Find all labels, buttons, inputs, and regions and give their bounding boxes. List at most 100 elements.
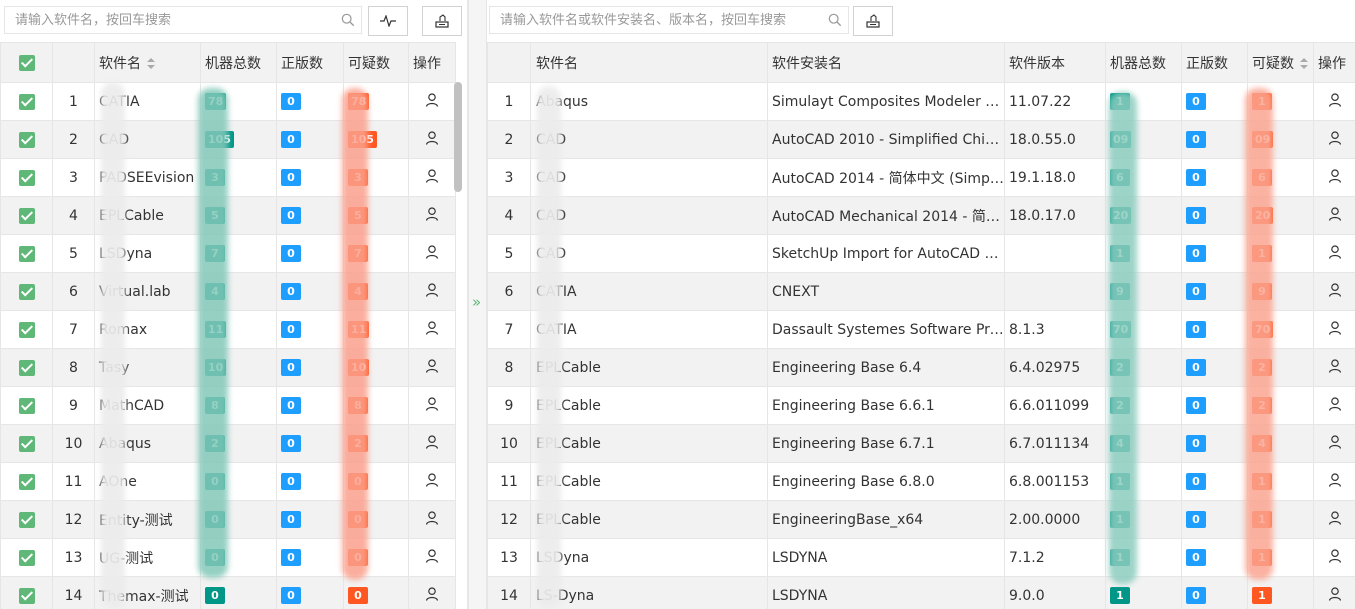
table-row[interactable]: 11 AOne 0 0 0 — [0, 462, 456, 501]
view-users-button[interactable] — [1313, 310, 1355, 349]
view-users-button[interactable] — [408, 82, 456, 121]
table-row[interactable]: 3CADAutoCAD 2014 - 简体中文 (Simplified Chin… — [487, 158, 1355, 197]
row-checkbox[interactable] — [0, 538, 53, 577]
search-icon[interactable] — [341, 13, 355, 27]
view-users-button[interactable] — [408, 158, 456, 197]
table-row[interactable]: 3 PADSEEvision 3 0 3 — [0, 158, 456, 197]
table-row[interactable]: 6 CATIA CNEXT 9 0 9 — [487, 272, 1355, 311]
view-users-button[interactable] — [408, 310, 456, 349]
table-row[interactable]: 6 Virtual.lab 4 0 4 — [0, 272, 456, 311]
user-icon — [425, 396, 439, 411]
table-row[interactable]: 7CATIADassault Systemes Software Prerequ… — [487, 310, 1355, 349]
name-header[interactable]: 软件名 — [94, 42, 201, 83]
right-search-box[interactable] — [489, 6, 849, 34]
view-users-button[interactable] — [1313, 348, 1355, 387]
pulse-button[interactable] — [368, 6, 408, 36]
view-users-button[interactable] — [1313, 462, 1355, 501]
table-row[interactable]: 5 LSDyna 7 0 7 — [0, 234, 456, 273]
left-scrollbar-thumb[interactable] — [454, 82, 462, 192]
table-row[interactable]: 12 Entity-测试 0 0 0 — [0, 500, 456, 539]
view-users-button[interactable] — [1313, 158, 1355, 197]
table-row[interactable]: 10 EPLCable Engineering Base 6.7.1 6.7.0111… — [487, 424, 1355, 463]
view-users-button[interactable] — [1313, 576, 1355, 609]
row-checkbox[interactable] — [0, 196, 53, 235]
view-users-button[interactable] — [1313, 234, 1355, 273]
view-users-button[interactable] — [408, 424, 456, 463]
genuine-header[interactable]: 正版数 — [1181, 42, 1248, 83]
right-export-button[interactable] — [853, 6, 893, 36]
row-checkbox[interactable] — [0, 348, 53, 387]
view-users-button[interactable] — [1313, 500, 1355, 539]
row-checkbox[interactable] — [0, 310, 53, 349]
table-row[interactable]: 13 LSDyna LSDYNA 7.1.2 1 0 1 — [487, 538, 1355, 577]
view-users-button[interactable] — [408, 272, 456, 311]
name-header[interactable]: 软件名 — [530, 42, 768, 83]
table-row[interactable]: 10 Abaqus 2 0 2 — [0, 424, 456, 463]
total-badge: 09 — [1110, 131, 1132, 148]
view-users-button[interactable] — [408, 462, 456, 501]
view-users-button[interactable] — [1313, 82, 1355, 121]
check-icon — [18, 283, 35, 300]
sort-icon[interactable] — [147, 57, 155, 70]
genuine-header[interactable]: 正版数 — [276, 42, 344, 83]
right-search-input[interactable] — [490, 7, 848, 33]
view-users-button[interactable] — [408, 120, 456, 159]
total-header[interactable]: 机器总数 — [200, 42, 277, 83]
table-row[interactable]: 2 CAD AutoCAD 2010 - Simplified Chinese 18.… — [487, 120, 1355, 159]
table-row[interactable]: 11 EPLCable Engineering Base 6.8.0 6.8.0011… — [487, 462, 1355, 501]
table-row[interactable]: 12 EPLCable EngineeringBase_x64 2.00.0000 1 0… — [487, 500, 1355, 539]
row-index: 3 — [487, 158, 531, 197]
view-users-button[interactable] — [1313, 538, 1355, 577]
table-row[interactable]: 8 EPLCable Engineering Base 6.4 6.4.02975 2 0… — [487, 348, 1355, 387]
view-users-button[interactable] — [408, 386, 456, 425]
table-row[interactable]: 14 Themax-测试 0 0 0 — [0, 576, 456, 609]
table-row[interactable]: 9 MathCAD 8 0 8 — [0, 386, 456, 425]
row-checkbox[interactable] — [0, 120, 53, 159]
view-users-button[interactable] — [408, 234, 456, 273]
table-row[interactable]: 8 Tasy 10 0 10 — [0, 348, 456, 387]
row-checkbox[interactable] — [0, 462, 53, 501]
sort-icon[interactable] — [1300, 57, 1308, 70]
suspect-header[interactable]: 可疑数 — [1247, 42, 1314, 83]
left-search-input[interactable] — [5, 7, 361, 33]
view-users-button[interactable] — [1313, 120, 1355, 159]
view-users-button[interactable] — [408, 576, 456, 609]
table-row[interactable]: 5 CAD SketchUp Import for AutoCAD 2014 1 0 1 — [487, 234, 1355, 273]
view-users-button[interactable] — [1313, 272, 1355, 311]
double-chevron-right-icon[interactable]: » — [472, 292, 481, 312]
left-export-button[interactable] — [422, 6, 462, 36]
transfer-splitter[interactable]: » — [468, 0, 487, 609]
table-row[interactable]: 2 CAD 105 0 105 — [0, 120, 456, 159]
view-users-button[interactable] — [1313, 196, 1355, 235]
row-checkbox[interactable] — [0, 158, 53, 197]
row-checkbox[interactable] — [0, 272, 53, 311]
view-users-button[interactable] — [1313, 424, 1355, 463]
table-row[interactable]: 1AbaqusSimulayt Composites Modeler for A… — [487, 82, 1355, 121]
search-icon[interactable] — [828, 13, 842, 27]
view-users-button[interactable] — [408, 348, 456, 387]
view-users-button[interactable] — [408, 196, 456, 235]
row-checkbox[interactable] — [0, 576, 53, 609]
left-search-box[interactable] — [4, 6, 362, 34]
suspect-header[interactable]: 可疑数 — [343, 42, 409, 83]
table-row[interactable]: 9 EPLCable Engineering Base 6.6.1 6.6.01109… — [487, 386, 1355, 425]
suspect-count-cell: 8 — [343, 386, 409, 425]
table-row[interactable]: 4 EPLCable 5 0 5 — [0, 196, 456, 235]
total-header[interactable]: 机器总数 — [1105, 42, 1182, 83]
row-checkbox[interactable] — [0, 234, 53, 273]
install-header[interactable]: 软件安装名 — [767, 42, 1005, 83]
row-checkbox[interactable] — [0, 82, 53, 121]
row-checkbox[interactable] — [0, 500, 53, 539]
row-checkbox[interactable] — [0, 386, 53, 425]
view-users-button[interactable] — [1313, 386, 1355, 425]
view-users-button[interactable] — [408, 500, 456, 539]
table-row[interactable]: 7 Romax 11 0 11 — [0, 310, 456, 349]
table-row[interactable]: 1 CATIA 78 0 78 — [0, 82, 456, 121]
select-all-checkbox[interactable] — [0, 42, 53, 83]
view-users-button[interactable] — [408, 538, 456, 577]
row-checkbox[interactable] — [0, 424, 53, 463]
version-header[interactable]: 软件版本 — [1004, 42, 1106, 83]
table-row[interactable]: 4 CAD AutoCAD Mechanical 2014 - 简体中文 18.0.1… — [487, 196, 1355, 235]
table-row[interactable]: 14 LS-Dyna LSDYNA 9.0.0 1 0 1 — [487, 576, 1355, 609]
table-row[interactable]: 13 UG-测试 0 0 0 — [0, 538, 456, 577]
